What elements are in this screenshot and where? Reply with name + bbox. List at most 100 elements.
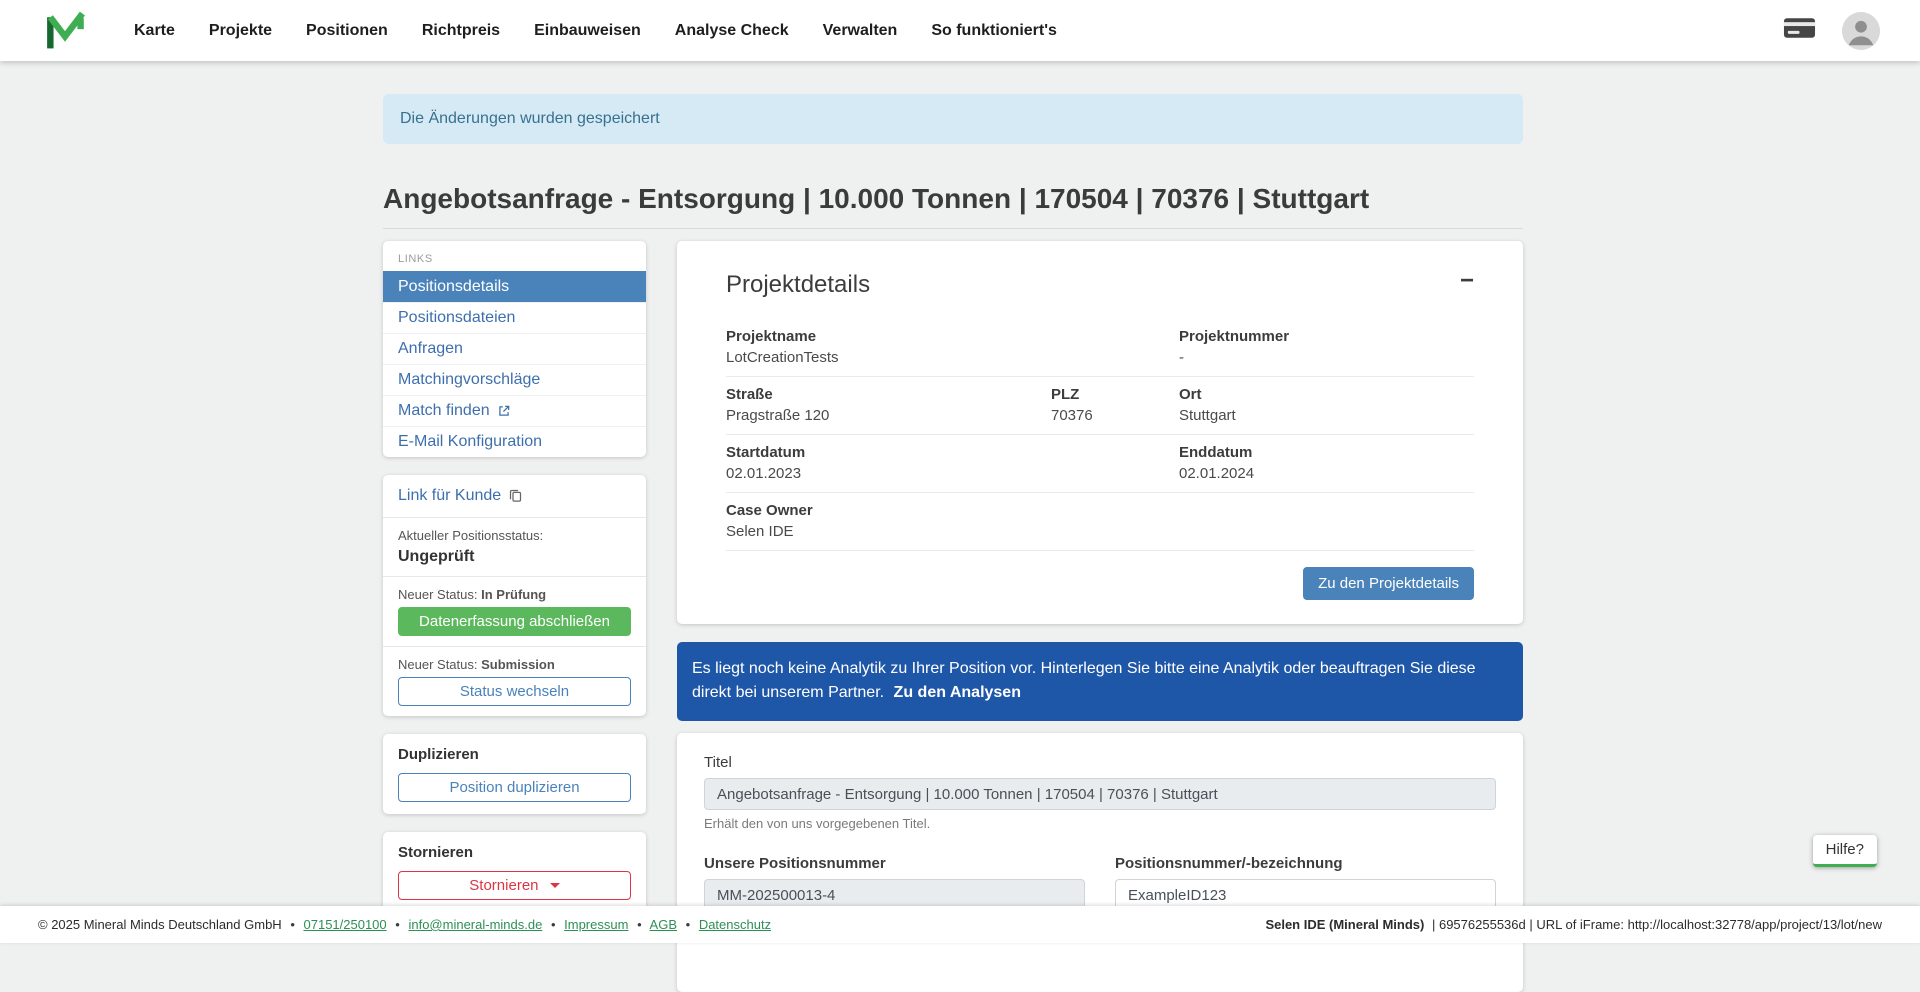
field-projektname: Projektname LotCreationTests [726,328,1179,366]
top-navbar: Karte Projekte Positionen Richtpreis Ein… [0,0,1920,61]
separator: • [686,917,691,932]
field-label: Projektnummer [1179,328,1474,345]
links-header: LINKS [383,241,646,271]
collapse-button[interactable]: − [1460,271,1474,290]
zu-den-projektdetails-button[interactable]: Zu den Projektdetails [1303,567,1474,600]
external-link-icon [497,404,511,418]
new-status-submission-section: Neuer Status: Submission Status wechseln [383,646,646,716]
nav-verwalten[interactable]: Verwalten [823,22,898,40]
session-info: | 69576255536d | URL of iFrame: http://l… [1432,917,1882,932]
datenschutz-link[interactable]: Datenschutz [699,917,771,932]
new-status-prefix: Neuer Status: [398,587,478,602]
projektdetails-actions: Zu den Projektdetails [726,567,1474,600]
customer-link-label: Link für Kunde [398,487,501,505]
duplicate-card-title: Duplizieren [398,746,631,763]
user-avatar[interactable] [1842,12,1880,50]
phone-link[interactable]: 07151/250100 [304,917,387,932]
field-label: Enddatum [1179,444,1474,461]
nav-so-funktionierts[interactable]: So funktioniert's [931,22,1057,40]
footer: © 2025 Mineral Minds Deutschland GmbH • … [0,906,1920,943]
sidebar-links-card: LINKS Positionsdetails Positionsdateien … [383,241,646,457]
new-status-prefix: Neuer Status: [398,657,478,672]
footer-left: © 2025 Mineral Minds Deutschland GmbH • … [38,917,776,932]
separator: • [637,917,642,932]
card-icon[interactable] [1783,16,1816,45]
table-row: Projektname LotCreationTests Projektnumm… [726,319,1474,377]
content-columns: LINKS Positionsdetails Positionsdateien … [383,241,1523,992]
nav-richtpreis[interactable]: Richtpreis [422,22,500,40]
position-form-card: Titel Erhält den von uns vorgegebenen Ti… [677,733,1523,992]
field-value: 02.01.2024 [1179,465,1474,482]
main-column: Projektdetails − Projektname LotCreation… [677,241,1523,992]
status-wechseln-button[interactable]: Status wechseln [398,677,631,706]
sidebar-item-match-finden[interactable]: Match finden [383,395,646,426]
field-label: Projektname [726,328,1179,345]
nav-karte[interactable]: Karte [134,22,175,40]
sidebar-item-email-konfiguration[interactable]: E-Mail Konfiguration [383,426,646,457]
footer-right: Selen IDE (Mineral Minds) | 69576255536d… [1265,917,1882,932]
separator: • [551,917,556,932]
sidebar-item-label: Matchingvorschläge [398,371,540,389]
field-enddatum: Enddatum 02.01.2024 [1179,444,1474,482]
titel-input [704,778,1496,810]
sidebar-item-label: E-Mail Konfiguration [398,433,542,451]
field-ort: Ort Stuttgart [1179,386,1474,424]
nav-einbauweisen[interactable]: Einbauweisen [534,22,641,40]
unsere-positionsnummer-label: Unsere Positionsnummer [704,855,1085,872]
field-value: 02.01.2023 [726,465,1179,482]
sidebar: LINKS Positionsdetails Positionsdateien … [383,241,646,930]
separator: • [395,917,400,932]
alert-text: Die Änderungen wurden gespeichert [400,110,660,128]
field-plz: PLZ 70376 [1051,386,1179,424]
customer-link-section: Link für Kunde [383,475,646,517]
navbar-right [1783,12,1880,50]
current-status-label: Aktueller Positionsstatus: [398,528,631,543]
field-strasse: Straße Pragstraße 120 [726,386,1051,424]
projektdetails-card: Projektdetails − Projektname LotCreation… [677,241,1523,624]
sidebar-item-matchingvorschlaege[interactable]: Matchingvorschläge [383,364,646,395]
copyright-text: © 2025 Mineral Minds Deutschland GmbH [38,917,282,932]
mineral-minds-logo-icon [43,9,87,53]
impressum-link[interactable]: Impressum [564,917,628,932]
field-value: 70376 [1051,407,1179,424]
email-link[interactable]: info@mineral-minds.de [408,917,542,932]
analytics-banner-text: Es liegt noch keine Analytik zu Ihrer Po… [692,660,1476,702]
separator: • [290,917,295,932]
nav-analyse-check[interactable]: Analyse Check [675,22,789,40]
agb-link[interactable]: AGB [650,917,677,932]
sidebar-item-positionsdateien[interactable]: Positionsdateien [383,302,646,333]
stornieren-label: Stornieren [469,877,538,894]
sidebar-item-anfragen[interactable]: Anfragen [383,333,646,364]
page-title: Angebotsanfrage - Entsorgung | 10.000 To… [383,182,1523,216]
field-value: - [1179,349,1474,366]
titel-label: Titel [704,754,1496,771]
nav-positionen[interactable]: Positionen [306,22,388,40]
field-projektnummer: Projektnummer - [1179,328,1474,366]
new-status-pruefung-section: Neuer Status: In Prüfung Datenerfassung … [383,576,646,646]
link-fuer-kunde[interactable]: Link für Kunde [398,485,523,507]
field-startdatum: Startdatum 02.01.2023 [726,444,1179,482]
datenerfassung-abschliessen-button[interactable]: Datenerfassung abschließen [398,607,631,636]
cancel-card-title: Stornieren [398,844,631,861]
current-status-section: Aktueller Positionsstatus: Ungeprüft [383,517,646,576]
positionsnummer-label: Positionsnummer/-bezeichnung [1115,855,1496,872]
new-status-label: Neuer Status: In Prüfung [398,587,631,602]
duplicate-card: Duplizieren Position duplizieren [383,734,646,814]
nav-projekte[interactable]: Projekte [209,22,272,40]
sidebar-item-label: Match finden [398,402,490,420]
titel-help: Erhält den von uns vorgegebenen Titel. [704,816,1496,831]
main-nav: Karte Projekte Positionen Richtpreis Ein… [134,22,1057,40]
caret-down-icon [550,883,560,888]
brand-logo[interactable] [42,8,88,54]
copy-icon [508,488,523,503]
help-button[interactable]: Hilfe? [1813,835,1877,867]
person-icon [1842,12,1880,50]
stornieren-dropdown-button[interactable]: Stornieren [398,871,631,900]
sidebar-item-label: Positionsdetails [398,278,509,296]
sidebar-item-positionsdetails[interactable]: Positionsdetails [383,271,646,302]
zu-den-analysen-link[interactable]: Zu den Analysen [894,684,1021,701]
title-divider [383,228,1523,229]
sidebar-item-label: Anfragen [398,340,463,358]
position-duplizieren-button[interactable]: Position duplizieren [398,773,631,802]
table-row: Startdatum 02.01.2023 Enddatum 02.01.202… [726,435,1474,493]
